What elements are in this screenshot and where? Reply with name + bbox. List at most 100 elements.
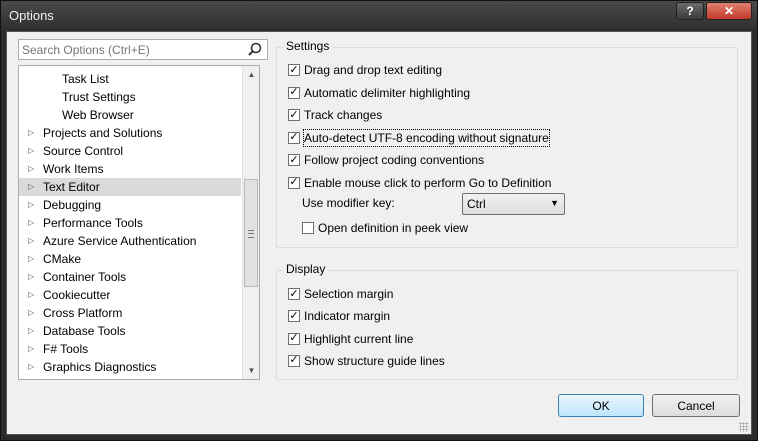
dialog-body: Task List Trust Settings Web Browser ▷ Proje… — [6, 31, 752, 435]
display-checkbox[interactable]: ✓ — [288, 332, 300, 345]
scroll-thumb[interactable] — [244, 179, 258, 287]
display-option-label: Highlight current line — [304, 331, 414, 346]
tree-item-label: Cross Platform — [43, 306, 123, 320]
tree-item-label: CMake — [43, 252, 82, 266]
expand-arrow-icon[interactable]: ▷ — [28, 376, 34, 379]
display-option[interactable]: ✓ Show structure guide lines — [288, 352, 445, 370]
settings-option[interactable]: ✓ Enable mouse click to perform Go to Def… — [288, 174, 551, 192]
display-option-label: Selection margin — [304, 287, 394, 301]
display-option[interactable]: ✓ Selection margin — [288, 285, 393, 303]
tree-item[interactable]: ▷ NuGet Package Manager — [19, 376, 241, 379]
tree-item-label: Source Control — [43, 144, 124, 158]
display-option[interactable]: ✓ Highlight current line — [288, 330, 413, 348]
tree-item[interactable]: ▷ Debugging — [19, 196, 241, 214]
tree-item[interactable]: ▷ Database Tools — [19, 322, 241, 340]
tree-item[interactable]: ▷ Cookiecutter — [19, 286, 241, 304]
expand-arrow-icon[interactable]: ▷ — [28, 160, 34, 178]
expand-arrow-icon[interactable]: ▷ — [28, 358, 34, 376]
display-option-label: Show structure guide lines — [304, 353, 445, 368]
resize-grip-icon[interactable] — [739, 422, 749, 432]
tree-item-label: Graphics Diagnostics — [43, 360, 157, 374]
settings-option-label: Follow project coding conventions — [304, 153, 485, 167]
peek-view-checkbox[interactable] — [302, 222, 314, 234]
settings-option-label: Automatic delimiter highlighting — [304, 85, 471, 100]
expand-arrow-icon[interactable]: ▷ — [28, 124, 34, 142]
scroll-up-icon[interactable]: ▲ — [243, 66, 259, 83]
tree-item[interactable]: Task List — [19, 70, 241, 88]
tree-item-label: Trust Settings — [62, 90, 136, 104]
expand-arrow-icon[interactable]: ▷ — [28, 250, 34, 268]
close-button[interactable]: ✕ — [706, 2, 752, 20]
display-checkbox[interactable]: ✓ — [288, 354, 300, 367]
tree-item[interactable]: ▷ Projects and Solutions — [19, 124, 241, 142]
settings-option-label: Track changes — [304, 108, 383, 122]
search-box[interactable] — [18, 39, 268, 60]
tree-item-label: Task List — [62, 72, 109, 86]
display-option[interactable]: ✓ Indicator margin — [288, 307, 390, 325]
tree-item-label: Web Browser — [62, 108, 134, 122]
settings-checkbox[interactable]: ✓ — [288, 64, 300, 76]
tree-item[interactable]: ▷ F# Tools — [19, 340, 241, 358]
tree-item[interactable]: ▷ Azure Service Authentication — [19, 232, 241, 250]
tree-item-label: F# Tools — [43, 342, 89, 356]
settings-checkbox[interactable]: ✓ — [288, 154, 300, 166]
tree-item[interactable]: ▷ Performance Tools — [19, 214, 241, 232]
tree-item-label: Debugging — [43, 198, 102, 212]
help-button[interactable]: ? — [676, 2, 704, 20]
expand-arrow-icon[interactable]: ▷ — [28, 322, 34, 340]
expand-arrow-icon[interactable]: ▷ — [28, 286, 34, 304]
tree-scrollbar[interactable]: ▲ ▼ — [242, 66, 259, 379]
cancel-button[interactable]: Cancel — [652, 394, 740, 417]
settings-option[interactable]: ✓ Automatic delimiter highlighting — [288, 84, 470, 102]
tree-item[interactable]: ▷ Source Control — [19, 142, 241, 160]
settings-checkbox[interactable]: ✓ — [288, 86, 300, 99]
settings-option[interactable]: ✓ Track changes — [288, 106, 382, 124]
ok-button[interactable]: OK — [558, 394, 644, 417]
expand-arrow-icon[interactable]: ▷ — [28, 340, 34, 358]
tree-item[interactable]: ▷ Graphics Diagnostics — [19, 358, 241, 376]
modifier-key-value: Ctrl — [467, 197, 486, 211]
tree-item[interactable]: ▷ Text Editor — [19, 178, 241, 196]
search-icon[interactable] — [247, 42, 263, 58]
settings-checkbox[interactable]: ✓ — [288, 131, 300, 144]
tree-item[interactable]: ▷ Cross Platform — [19, 304, 241, 322]
expand-arrow-icon[interactable]: ▷ — [28, 142, 34, 160]
peek-view-label: Open definition in peek view — [318, 221, 469, 235]
tree-item[interactable]: Web Browser — [19, 106, 241, 124]
tree-item-label: NuGet Package Manager — [43, 376, 178, 379]
settings-checkbox[interactable]: ✓ — [288, 109, 300, 121]
expand-arrow-icon[interactable]: ▷ — [28, 304, 34, 322]
settings-option-label: Auto-detect UTF-8 encoding without signa… — [303, 128, 550, 147]
search-input[interactable] — [19, 40, 242, 59]
options-tree[interactable]: Task List Trust Settings Web Browser ▷ Proje… — [18, 65, 260, 380]
modifier-key-label: Use modifier key: — [302, 196, 395, 210]
settings-checkbox[interactable]: ✓ — [288, 176, 300, 189]
title-bar[interactable]: Options ? ✕ — [1, 1, 757, 31]
expand-arrow-icon[interactable]: ▷ — [28, 196, 34, 214]
expand-arrow-icon[interactable]: ▷ — [28, 268, 34, 286]
scroll-down-icon[interactable]: ▼ — [243, 362, 259, 379]
display-checkbox[interactable]: ✓ — [288, 310, 300, 323]
chevron-down-icon: ▼ — [550, 198, 559, 208]
expand-arrow-icon[interactable]: ▷ — [28, 214, 34, 232]
settings-option-label: Drag and drop text editing — [304, 63, 443, 77]
tree-item-label: Performance Tools — [43, 216, 143, 230]
settings-group: Settings ✓ Drag and drop text editing ✓ Aut… — [276, 39, 738, 248]
peek-view-option[interactable]: Open definition in peek view — [302, 219, 468, 237]
expand-arrow-icon[interactable]: ▷ — [28, 232, 34, 250]
settings-option[interactable]: ✓ Follow project coding conventions — [288, 151, 484, 169]
tree-item[interactable]: ▷ Work Items — [19, 160, 241, 178]
tree-item[interactable]: ▷ CMake — [19, 250, 241, 268]
tree-item[interactable]: ▷ Container Tools — [19, 268, 241, 286]
expand-arrow-icon[interactable]: ▷ — [28, 178, 34, 196]
tree-item[interactable]: Trust Settings — [19, 88, 241, 106]
display-checkbox[interactable]: ✓ — [288, 288, 300, 300]
settings-legend: Settings — [283, 39, 333, 53]
display-legend: Display — [283, 262, 329, 276]
settings-option[interactable]: ✓ Auto-detect UTF-8 encoding without sign… — [288, 128, 550, 147]
tree-item-label: Azure Service Authentication — [43, 234, 197, 248]
display-group: Display ✓ Selection margin ✓ Indicator marg… — [276, 262, 738, 380]
tree-item-label: Text Editor — [43, 180, 100, 194]
modifier-key-dropdown[interactable]: Ctrl ▼ — [462, 193, 565, 215]
settings-option[interactable]: ✓ Drag and drop text editing — [288, 61, 442, 79]
